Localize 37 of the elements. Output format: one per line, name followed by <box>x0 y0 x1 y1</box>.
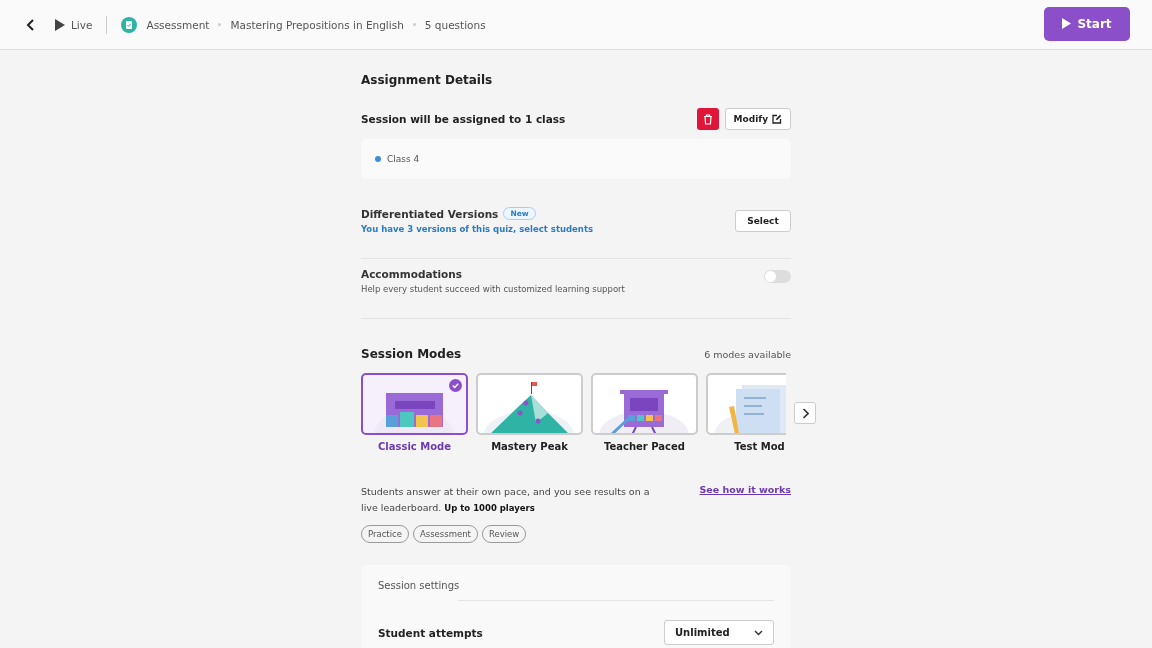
live-label: Live <box>71 18 93 31</box>
section-title: Assignment Details <box>361 73 494 89</box>
toggle-switch[interactable] <box>764 270 791 283</box>
attempts-dropdown[interactable]: Unlimited <box>664 620 774 645</box>
play-icon <box>1062 18 1072 29</box>
settings-title: Session settings <box>378 580 461 591</box>
delete-button[interactable] <box>696 108 719 130</box>
mode-description: Students answer at their own pace, and you see results on a live leaderboard. Up to 1000 players <box>361 485 651 515</box>
start-button[interactable]: Start <box>1044 6 1130 41</box>
select-button[interactable]: Select <box>735 209 791 232</box>
trash-icon <box>702 113 713 125</box>
setting-description: Help every student succeed with customized learning support <box>361 284 625 294</box>
chevron-down-icon <box>754 629 763 636</box>
mode-label: Test Mod <box>734 441 785 452</box>
edit-icon <box>772 114 782 124</box>
breadcrumb-text: Mastering Prepositions in English <box>230 18 404 31</box>
mode-label: Teacher Paced <box>604 441 685 452</box>
breadcrumb-text: 5 questions <box>424 18 486 31</box>
modes-count: 6 modes available <box>704 348 791 360</box>
assigned-text: Session will be assigned to 1 class <box>361 113 566 125</box>
versions-link[interactable]: You have 3 versions of this quiz, select students <box>361 224 594 234</box>
class-name: Class 4 <box>387 154 420 164</box>
setting-title: Accommodations <box>361 268 464 280</box>
setting-title: Differentiated Versions <box>361 207 499 220</box>
mode-label: Mastery Peak <box>491 441 568 452</box>
mode-label: Classic Mode <box>378 441 451 452</box>
breadcrumb-text: Assessment <box>146 18 210 31</box>
modify-button[interactable]: Modify <box>724 108 791 130</box>
chevron-right-icon <box>801 407 809 419</box>
back-icon[interactable] <box>26 17 36 32</box>
setting-label: Student attempts <box>378 626 483 639</box>
check-icon <box>449 379 462 392</box>
how-it-works-link[interactable]: See how it works <box>699 484 791 495</box>
assessment-icon <box>121 16 138 33</box>
next-button[interactable] <box>794 402 816 424</box>
play-icon <box>55 18 65 31</box>
section-title: Session Modes <box>361 347 462 361</box>
